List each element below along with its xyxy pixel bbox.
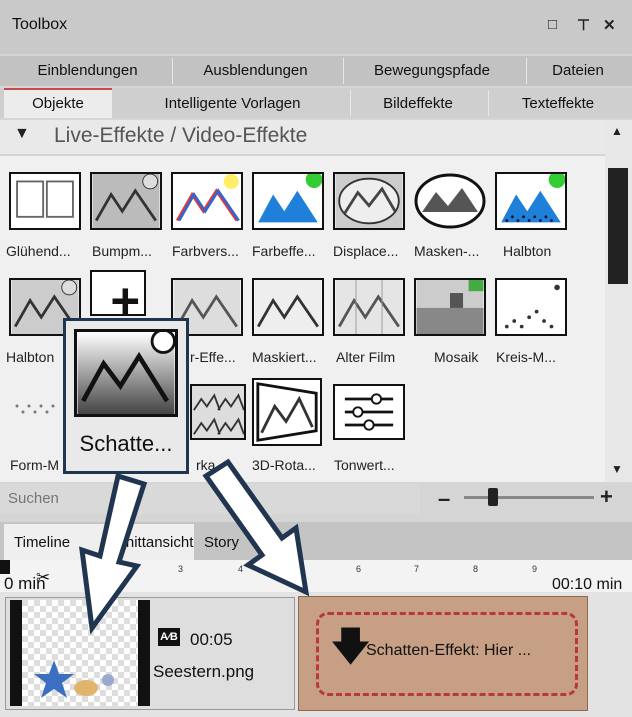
tab-einblendungen[interactable]: Einblendungen [5,62,170,79]
maximize-icon[interactable]: □ [548,16,557,33]
effect-label: Farbeffe... [252,243,316,259]
effect-label: Halbton [6,349,55,365]
tab-separator [488,90,489,116]
section-header[interactable]: ▼ Live-Effekte / Video-Effekte [0,120,605,154]
scroll-thumb[interactable] [608,168,628,284]
drag-preview-popup: Schatte... [63,318,189,474]
drop-zone-text: Schatten-Effekt: Hier ... [366,642,532,659]
tab-intelligente-vorlagen[interactable]: Intelligente Vorlagen [120,95,345,112]
tab-schnittansicht[interactable]: Schnittansicht [100,534,193,551]
zoom-slider-track[interactable] [464,496,594,499]
effect-label: Glühend... [6,243,71,259]
effect-mosaik[interactable] [414,278,486,336]
timeline-ruler[interactable] [0,560,632,592]
effect-label: rka... [196,457,228,473]
ab-icon: A⁄B [158,628,180,646]
effect-label: 3D-Rota... [252,457,316,473]
effect-displacement[interactable] [333,172,405,230]
effect-farbeffekt[interactable] [252,172,324,230]
effect-add-icon[interactable] [90,270,146,316]
effect-label: Bumpm... [92,243,152,259]
effect-label: Displace... [333,243,399,259]
effect-label: Form-M [10,457,59,473]
zoom-slider-handle[interactable] [488,488,498,506]
playhead-marker[interactable] [0,560,10,574]
effect-label: Maskiert... [252,349,317,365]
search-box[interactable] [0,484,420,514]
effect-bumpmap[interactable] [90,172,162,230]
tab-bildeffekte[interactable]: Bildeffekte [352,95,484,112]
ruler-tick: 9 [532,564,538,574]
tab-ausblendungen[interactable]: Ausblendungen [173,62,338,79]
ruler-tick: 6 [356,564,362,574]
effect-kreis-mosaik[interactable] [495,278,567,336]
clip-filename: Seestern.png [153,662,255,681]
tab-separator [350,90,351,116]
ruler-tick: 4 [238,564,244,574]
schatten-thumbnail [74,328,178,417]
effect-gluehend[interactable] [9,172,81,230]
effect-alter-film[interactable] [333,278,405,336]
ruler-tick: 7 [414,564,420,574]
effect-label: Farbvers... [172,243,239,259]
section-title: Live-Effekte / Video-Effekte [54,124,308,147]
effect-tonwert[interactable] [333,384,405,440]
effect-3d-rotation[interactable] [252,378,322,446]
effect-label: Alter Film [336,349,396,365]
clip-thumbnail [10,600,150,706]
scissors-icon[interactable]: ✂ [36,568,50,588]
collapse-triangle-icon[interactable]: ▼ [14,125,30,143]
pin-icon[interactable]: ⊤ [577,16,590,34]
effect-label: Tonwert... [334,457,395,473]
effect-label: Kreis-M... [496,349,556,365]
effect-verkachelung[interactable] [190,384,246,440]
search-input[interactable] [0,484,416,512]
popup-label: Schatte... [79,431,173,456]
effect-label: r-Effe... [190,349,236,365]
ruler-tick: 8 [473,564,479,574]
tab-texteffekte[interactable]: Texteffekte [490,95,626,112]
tab-timeline[interactable]: Timeline [14,534,70,551]
effect-label: Halbton [503,243,552,259]
effect-farbverschiebung[interactable] [171,172,243,230]
zoom-out-icon[interactable]: – [438,486,450,512]
scroll-down-icon[interactable]: ▼ [611,462,623,476]
scroll-up-icon[interactable]: ▲ [611,124,623,138]
zoom-in-icon[interactable]: + [600,484,613,510]
tab-dateien[interactable]: Dateien [530,62,626,79]
tab-bewegungspfade[interactable]: Bewegungspfade [344,62,520,79]
tab-separator [526,58,527,84]
tab-story[interactable]: Story [204,534,239,551]
tab-objekte[interactable]: Objekte [4,95,112,112]
effect-maskiert[interactable] [252,278,324,336]
close-icon[interactable]: ✕ [603,16,616,34]
down-arrow-icon: 🡇 [330,625,372,669]
effect-label: Mosaik [434,349,479,365]
ruler-tick: 3 [178,564,184,574]
effect-masken[interactable] [414,172,486,230]
effect-halbton[interactable] [495,172,567,230]
starfish-image [22,600,138,706]
window-title: Toolbox [12,16,68,33]
clip-duration: 00:05 [190,630,233,649]
toolbox-titlebar [0,0,632,54]
effect-label: Masken-... [414,243,480,259]
